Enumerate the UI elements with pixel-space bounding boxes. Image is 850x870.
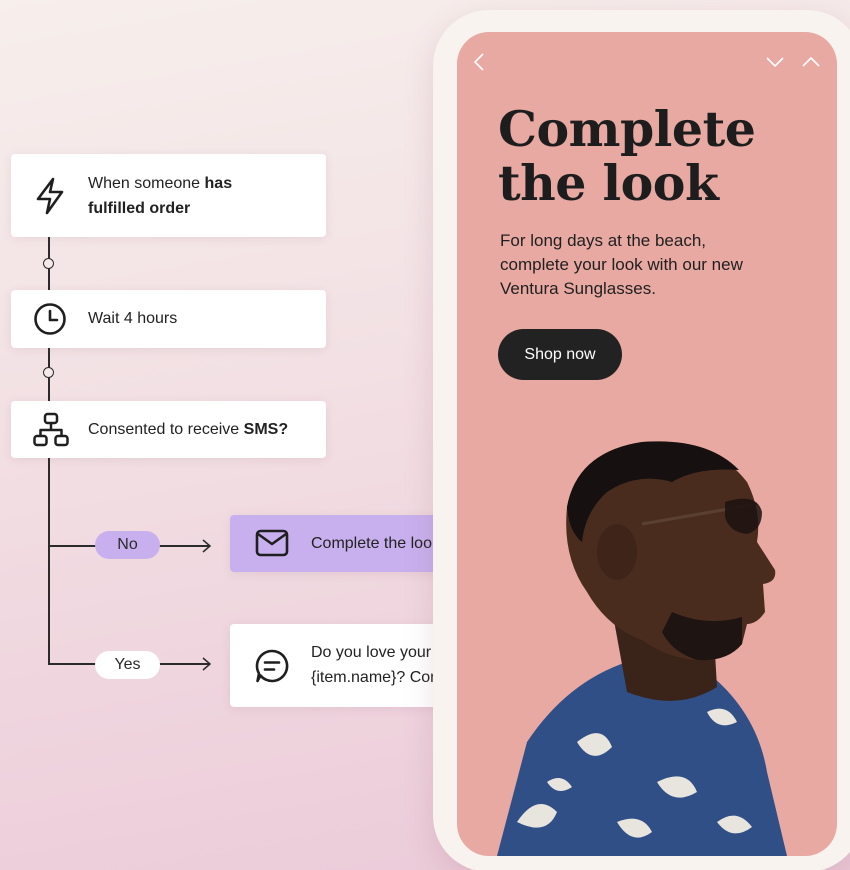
- email-icon: [255, 529, 289, 557]
- model-portrait: [497, 441, 787, 856]
- phone-screen: Complete the look For long days at the b…: [457, 32, 837, 856]
- promo-headline: Complete the look: [498, 100, 756, 212]
- chevron-left-icon[interactable]: [473, 52, 485, 72]
- trigger-text: When someone has fulfilled order: [88, 175, 233, 217]
- chat-bubble-icon: [254, 648, 290, 684]
- lightning-icon: [33, 176, 67, 216]
- condition-text: Consented to receive SMS?: [88, 421, 289, 438]
- branch-yes-pill: Yes: [95, 651, 160, 679]
- split-branch-icon: [33, 412, 69, 448]
- flow-node: [43, 258, 54, 269]
- clock-icon: [33, 302, 67, 336]
- email-action-label: Complete the look: [311, 535, 440, 552]
- wait-label: Wait 4 hours: [88, 310, 178, 327]
- flow-node: [43, 367, 54, 378]
- shop-now-button[interactable]: Shop now: [498, 329, 622, 380]
- branch-no-pill: No: [95, 531, 160, 559]
- chevron-down-icon[interactable]: [765, 56, 785, 68]
- trigger-card[interactable]: When someone has fulfilled order: [11, 154, 326, 237]
- promo-body: For long days at the beach, complete you…: [500, 231, 743, 298]
- arrow-right-icon: [202, 657, 212, 671]
- chevron-up-icon[interactable]: [801, 56, 821, 68]
- condition-card[interactable]: Consented to receive SMS?: [11, 401, 326, 458]
- wait-card[interactable]: Wait 4 hours: [11, 290, 326, 348]
- arrow-right-icon: [202, 539, 212, 553]
